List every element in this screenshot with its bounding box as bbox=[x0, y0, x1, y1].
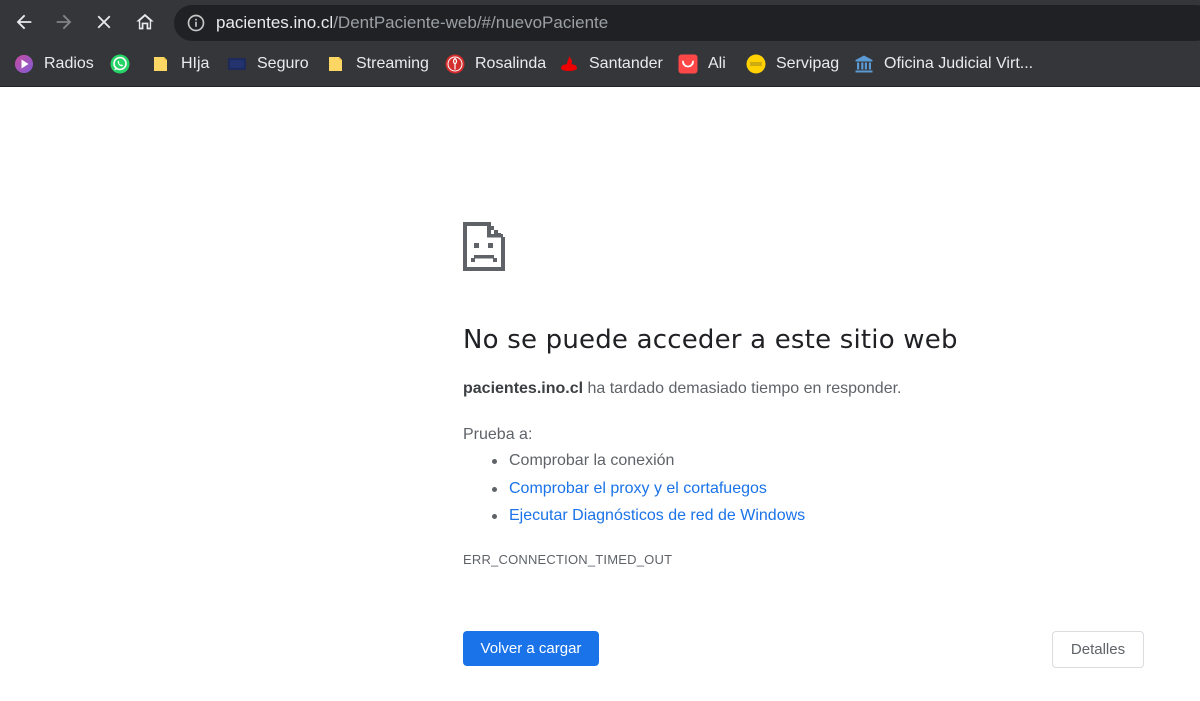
suggestion-text: Comprobar la conexión bbox=[509, 452, 675, 469]
bookmark-rosalinda[interactable]: Rosalinda bbox=[445, 52, 546, 76]
url-text[interactable]: pacientes.ino.cl/DentPaciente-web/#/nuev… bbox=[216, 12, 608, 34]
bookmark-oficina-judicial[interactable]: Oficina Judicial Virt... bbox=[854, 52, 1033, 76]
folder-icon bbox=[154, 57, 167, 71]
bookmark-label: Streaming bbox=[356, 55, 429, 72]
bookmark-label: Seguro bbox=[257, 55, 309, 72]
bookmark-label: Santander bbox=[589, 55, 663, 72]
bookmark-label: Servipag bbox=[776, 55, 840, 72]
error-description: pacientes.ino.cl ha tardado demasiado ti… bbox=[463, 380, 901, 398]
bookmark-servipag[interactable]: Servipag bbox=[746, 52, 839, 76]
url-host: pacientes.ino.cl bbox=[216, 13, 334, 32]
back-button[interactable] bbox=[8, 6, 40, 38]
home-button[interactable] bbox=[129, 6, 161, 38]
sad-document-icon bbox=[463, 222, 505, 271]
bookmark-streaming[interactable]: Streaming bbox=[326, 52, 429, 76]
url-path: /DentPaciente-web/#/nuevoPaciente bbox=[333, 13, 609, 32]
bullet bbox=[492, 514, 497, 519]
servipag-icon bbox=[746, 54, 766, 74]
suggestion-check-connection: Comprobar la conexión bbox=[463, 452, 805, 480]
seguro-icon bbox=[228, 58, 246, 70]
bank-icon bbox=[855, 55, 873, 73]
suggestion-text[interactable]: Ejecutar Diagnósticos de red de Windows bbox=[509, 507, 805, 524]
browser-chrome: pacientes.ino.cl/DentPaciente-web/#/nuev… bbox=[0, 0, 1200, 87]
error-description-text: ha tardado demasiado tiempo en responder… bbox=[583, 380, 902, 397]
santander-icon bbox=[561, 56, 577, 71]
bookmark-seguro[interactable]: Seguro bbox=[227, 52, 309, 76]
aliexpress-icon bbox=[678, 54, 698, 74]
forward-button[interactable] bbox=[48, 6, 80, 38]
info-icon[interactable] bbox=[186, 13, 206, 33]
bookmark-hija[interactable]: HIja bbox=[151, 52, 209, 76]
folder-icon bbox=[329, 57, 342, 71]
stop-button[interactable] bbox=[88, 6, 120, 38]
bookmark-label: Radios bbox=[44, 55, 94, 72]
rosalinda-icon bbox=[445, 54, 465, 74]
bookmark-label: Oficina Judicial Virt... bbox=[884, 55, 1034, 72]
bookmark-label: Rosalinda bbox=[475, 55, 547, 72]
suggestion-run-diagnostics-link[interactable]: Ejecutar Diagnósticos de red de Windows bbox=[463, 507, 805, 535]
arrow-left-icon bbox=[16, 14, 32, 30]
bookmarks-bar: Radios HIja Seguro Streaming Rosalinda S… bbox=[0, 44, 1200, 84]
error-title: No se puede acceder a este sitio web bbox=[463, 325, 958, 355]
home-icon bbox=[136, 13, 154, 30]
address-bar[interactable]: pacientes.ino.cl/DentPaciente-web/#/nuev… bbox=[174, 5, 1200, 41]
error-host: pacientes.ino.cl bbox=[463, 380, 584, 397]
suggestions-label: Prueba a: bbox=[463, 426, 533, 443]
bullet bbox=[492, 486, 497, 492]
suggestion-text[interactable]: Comprobar el proxy y el cortafuegos bbox=[509, 480, 767, 497]
close-icon bbox=[97, 15, 111, 29]
bullet bbox=[492, 459, 497, 464]
suggestion-check-proxy-link[interactable]: Comprobar el proxy y el cortafuegos bbox=[463, 480, 805, 508]
bookmark-label: HIja bbox=[181, 55, 210, 72]
reload-button[interactable]: Volver a cargar bbox=[463, 631, 599, 666]
error-code: ERR_CONNECTION_TIMED_OUT bbox=[463, 552, 673, 567]
bookmark-santander[interactable]: Santander bbox=[559, 52, 663, 76]
radio-icon bbox=[15, 55, 33, 73]
details-button[interactable]: Detalles bbox=[1052, 631, 1144, 668]
bookmark-ali[interactable]: Ali bbox=[678, 52, 726, 76]
suggestions-list: Comprobar la conexión Comprobar el proxy… bbox=[463, 452, 805, 535]
bookmark-radios[interactable]: Radios bbox=[14, 52, 94, 76]
bookmark-whatsapp[interactable] bbox=[110, 52, 140, 76]
whatsapp-icon bbox=[110, 54, 130, 74]
error-page: No se puede acceder a este sitio web pac… bbox=[0, 87, 1200, 701]
browser-toolbar: pacientes.ino.cl/DentPaciente-web/#/nuev… bbox=[0, 0, 1200, 44]
bookmark-label: Ali bbox=[708, 55, 726, 72]
arrow-right-icon bbox=[56, 14, 72, 30]
